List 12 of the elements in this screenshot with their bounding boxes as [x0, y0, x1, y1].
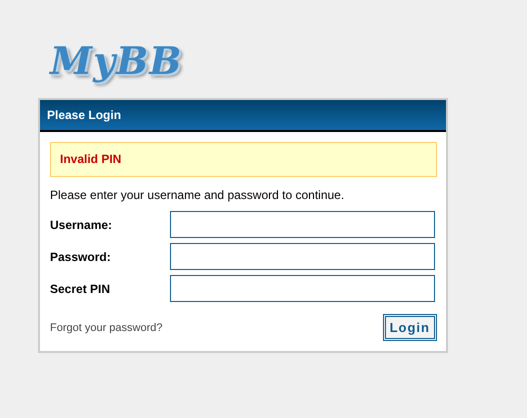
input-field[interactable]: [170, 243, 435, 270]
intro-text: Please enter your username and password to continue.: [50, 188, 346, 202]
field-label: Username:: [50, 218, 114, 232]
logo: MyBB: [50, 37, 182, 85]
panel-title: Please Login: [40, 100, 446, 132]
forgot-password-link[interactable]: Forgot your password?: [50, 322, 162, 334]
field-label: Secret PIN: [50, 282, 112, 296]
field-label: Password:: [50, 250, 112, 264]
error-message: Invalid PIN: [50, 142, 437, 177]
input-field[interactable]: [170, 211, 435, 238]
input-field[interactable]: [170, 275, 435, 302]
login-button[interactable]: Login: [382, 314, 437, 341]
